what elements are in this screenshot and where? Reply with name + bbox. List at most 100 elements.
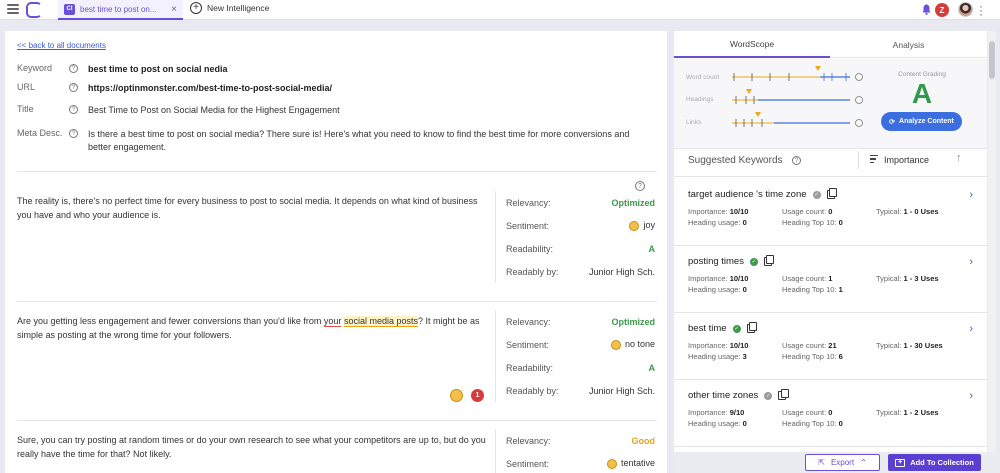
- keyword-card[interactable]: target audience 's time zone ✓ › Importan…: [688, 188, 973, 227]
- chevron-right-icon[interactable]: ›: [969, 390, 973, 402]
- more-options-icon[interactable]: · · ·: [978, 0, 984, 20]
- top-bar: CI best time to post on... × + New Intel…: [0, 0, 1000, 20]
- export-icon: ⇱: [818, 458, 825, 467]
- sort-importance-button[interactable]: Importance: [870, 155, 929, 165]
- app-logo-icon[interactable]: [26, 2, 42, 18]
- close-icon[interactable]: ×: [171, 4, 177, 15]
- usage-value: 0: [828, 207, 833, 216]
- keyword-value[interactable]: best time to post on social nedia: [88, 63, 648, 76]
- bell-icon[interactable]: [922, 4, 931, 15]
- chevron-right-icon[interactable]: ›: [969, 323, 973, 335]
- chevron-right-icon[interactable]: ›: [969, 189, 973, 201]
- sort-direction-icon[interactable]: ↑: [956, 152, 962, 164]
- readability-value: A: [648, 243, 656, 254]
- emoji-icon[interactable]: [450, 389, 463, 402]
- heading-usage-label: Heading usage:: [688, 352, 741, 361]
- sentiment-value-wrap: joy: [629, 220, 655, 231]
- readably-by-value: Junior High Sch.: [588, 266, 655, 277]
- url-value[interactable]: https://optinmonster.com/best-time-to-po…: [88, 82, 648, 95]
- copy-icon[interactable]: [826, 188, 838, 199]
- neutral-emoji-icon: [610, 339, 621, 350]
- scrollbar-thumb[interactable]: [989, 41, 995, 79]
- relevancy-label: Relevancy:: [506, 316, 551, 327]
- help-icon[interactable]: ?: [635, 181, 645, 191]
- keyword-card[interactable]: other time zones ✓ › Importance: 9/10 Usa…: [688, 389, 973, 428]
- sentiment-label: Sentiment:: [506, 339, 550, 350]
- divider: [674, 312, 987, 313]
- keyword-card[interactable]: best time ✓ › Importance: 10/10 Usage cou…: [688, 322, 973, 361]
- sentiment-label: Sentiment:: [506, 220, 550, 231]
- add-to-collection-button[interactable]: + Add To Collection: [888, 454, 981, 471]
- wordscope-metrics: Word count Headings Links Content Gradin…: [674, 59, 987, 149]
- importance-label: Importance:: [688, 341, 728, 350]
- paragraph-metrics: Relevancy: Optimized Sentiment: no tone Re…: [495, 310, 655, 402]
- copy-icon[interactable]: [778, 389, 789, 400]
- paragraph-metrics: Relevancy: Optimized Sentiment: joy Readab…: [495, 191, 655, 283]
- typical-value: 1 - 3 Uses: [903, 274, 939, 283]
- heading-usage-value: 0: [742, 285, 747, 294]
- keyword-label: Keyword: [17, 63, 53, 73]
- sort-label: Importance: [884, 155, 930, 165]
- tab-document[interactable]: CI best time to post on... ×: [58, 0, 183, 20]
- sort-icon: [870, 155, 878, 165]
- spelling-flag[interactable]: your: [323, 316, 342, 327]
- url-row: URL ? https://optinmonster.com/best-time…: [17, 82, 648, 95]
- keyword-name: other time zones: [688, 390, 759, 401]
- tab-wordscope[interactable]: WordScope: [674, 31, 830, 58]
- action-bar: ⇱ Export ⌃ + Add To Collection: [674, 452, 1000, 473]
- heading-usage-value: 0: [742, 419, 747, 428]
- relevancy-value: Optimized: [611, 197, 655, 208]
- document-panel: << back to all documents Keyword ? best …: [5, 31, 667, 473]
- paragraph-badges: 1: [450, 389, 484, 402]
- divider: [17, 301, 657, 302]
- analyze-content-button[interactable]: ⟳ Analyze Content: [881, 112, 962, 131]
- paragraph-text[interactable]: The reality is, there's no perfect time …: [17, 195, 487, 222]
- copy-icon[interactable]: [746, 322, 758, 333]
- menu-icon[interactable]: [7, 4, 19, 15]
- tab-analysis[interactable]: Analysis: [830, 31, 987, 58]
- check-icon: ✓: [749, 257, 758, 266]
- chevron-right-icon[interactable]: ›: [969, 256, 973, 268]
- new-intelligence-label: New Intelligence: [207, 3, 270, 13]
- usage-value: 0: [828, 408, 833, 417]
- help-icon[interactable]: ?: [792, 156, 801, 165]
- paragraph-text[interactable]: Are you getting less engagement and fewe…: [17, 315, 487, 342]
- joy-emoji-icon: [629, 220, 640, 231]
- issue-count-badge[interactable]: 1: [471, 389, 484, 402]
- url-label: URL: [17, 82, 36, 92]
- readability-value: A: [648, 362, 656, 373]
- readably-by-value: Junior High Sch.: [588, 385, 655, 396]
- wordscope-range-bars: [732, 66, 863, 127]
- help-icon[interactable]: ?: [69, 129, 78, 138]
- help-icon[interactable]: ?: [69, 83, 78, 92]
- keyword-card[interactable]: posting times ✓ › Importance: 10/10 Usage…: [688, 255, 973, 294]
- paragraph-text-part: Are you getting less engagement and fewe…: [17, 316, 324, 326]
- divider: [858, 151, 859, 169]
- divider: [17, 171, 657, 172]
- scrollbar[interactable]: [988, 31, 996, 473]
- new-intelligence-button[interactable]: + New Intelligence: [190, 2, 269, 14]
- copy-icon[interactable]: [763, 255, 775, 266]
- paragraph-text[interactable]: Sure, you can try posting at random time…: [17, 434, 487, 461]
- title-label: Title: [17, 104, 34, 114]
- export-label: Export: [830, 458, 855, 467]
- usage-label: Usage count:: [782, 408, 827, 417]
- heading-top-label: Heading Top 10:: [782, 352, 837, 361]
- avatar[interactable]: [958, 2, 973, 17]
- divider: [674, 379, 987, 380]
- sentiment-value-wrap: no tone: [610, 339, 655, 350]
- user-avatar-letter[interactable]: Z: [935, 3, 949, 17]
- help-icon[interactable]: ?: [69, 64, 78, 73]
- export-button[interactable]: ⇱ Export ⌃: [805, 454, 880, 471]
- meta-desc-value[interactable]: Is there a best time to post on social m…: [88, 128, 633, 154]
- title-row: Title ? Best Time to Post on Social Medi…: [17, 104, 648, 117]
- back-to-documents-link[interactable]: << back to all documents: [17, 41, 106, 50]
- title-value[interactable]: Best Time to Post on Social Media for th…: [88, 104, 648, 117]
- heading-usage-label: Heading usage:: [688, 285, 741, 294]
- heading-usage-label: Heading usage:: [688, 218, 741, 227]
- keyword-highlight[interactable]: social media posts: [343, 316, 418, 327]
- readability-label: Readability:: [506, 362, 554, 373]
- help-icon[interactable]: ?: [69, 105, 78, 114]
- heading-top-value: 0: [838, 218, 843, 227]
- meta-desc-label: Meta Desc.: [17, 128, 63, 138]
